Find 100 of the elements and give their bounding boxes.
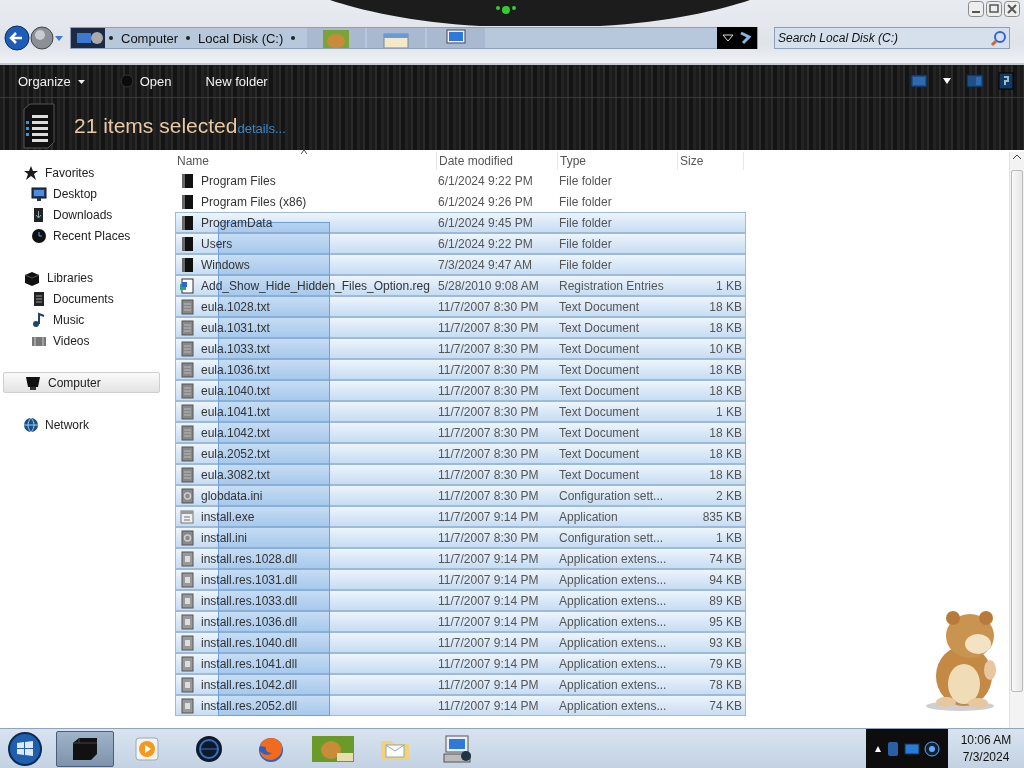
- file-size: 18 KB: [709, 446, 742, 461]
- computer-icon[interactable]: [427, 28, 486, 48]
- selection-title: 21 items selected: [74, 114, 238, 138]
- help-icon[interactable]: [998, 72, 1014, 90]
- file-row[interactable]: eula.3082.txt 11/7/2007 8:30 PM Text Document 18 KB: [175, 464, 746, 485]
- file-name: install.res.1031.dll: [201, 572, 298, 587]
- file-name: install.ini: [201, 530, 248, 545]
- scroll-up-icon[interactable]: [1012, 152, 1022, 162]
- nav-item[interactable]: Videos: [3, 330, 160, 351]
- file-row[interactable]: install.res.1028.dll 11/7/2007 9:14 PM Application extens... 74 KB: [175, 548, 746, 569]
- breadcrumb[interactable]: Local Disk (C:): [194, 30, 288, 46]
- start-orb-icon[interactable]: [6, 730, 44, 767]
- nav-item[interactable]: Documents: [3, 288, 160, 309]
- library-file-icon: [180, 592, 194, 609]
- file-row[interactable]: Users 6/1/2024 9:22 PM File folder: [175, 233, 746, 254]
- text-file-icon: [180, 382, 194, 399]
- file-row[interactable]: install.exe 11/7/2007 9:14 PM Application 835 KB: [175, 506, 746, 527]
- file-row[interactable]: install.res.1036.dll 11/7/2007 9:14 PM Application extens... 95 KB: [175, 611, 746, 632]
- drive-icon: [71, 28, 105, 48]
- maximize-icon[interactable]: [986, 1, 1002, 17]
- view-icon[interactable]: [910, 74, 928, 88]
- monitor-icon[interactable]: [904, 741, 920, 756]
- file-size: 89 KB: [709, 593, 742, 608]
- file-row[interactable]: eula.2052.txt 11/7/2007 8:30 PM Text Document 18 KB: [175, 443, 746, 464]
- preview-pane-icon[interactable]: [966, 74, 984, 88]
- file-name: eula.1036.txt: [201, 362, 270, 377]
- file-size: 78 KB: [709, 677, 742, 692]
- date-modified: 6/1/2024 9:22 PM: [438, 173, 533, 188]
- file-row[interactable]: install.res.2052.dll 11/7/2007 9:14 PM Application extens... 74 KB: [175, 695, 746, 716]
- column-header[interactable]: Size: [678, 152, 744, 170]
- forward-ball-icon[interactable]: [30, 26, 54, 50]
- caret-icon[interactable]: [942, 77, 952, 85]
- file-row[interactable]: eula.1036.txt 11/7/2007 8:30 PM Text Document 18 KB: [175, 359, 746, 380]
- file-row[interactable]: eula.1042.txt 11/7/2007 8:30 PM Text Document 18 KB: [175, 422, 746, 443]
- nav-item[interactable]: Downloads: [3, 204, 160, 225]
- application-icon: [179, 508, 195, 525]
- nav-item[interactable]: Computer: [3, 372, 160, 393]
- breadcrumb[interactable]: Computer: [117, 30, 183, 46]
- nav-item[interactable]: Music: [3, 309, 160, 330]
- file-row[interactable]: eula.1040.txt 11/7/2007 8:30 PM Text Document 18 KB: [175, 380, 746, 401]
- file-size: 18 KB: [709, 467, 742, 482]
- column-header[interactable]: Date modified: [437, 152, 558, 170]
- file-row[interactable]: globdata.ini 11/7/2007 8:30 PM Configuration sett... 2 KB: [175, 485, 746, 506]
- file-row[interactable]: install.res.1033.dll 11/7/2007 9:14 PM Application extens... 89 KB: [175, 590, 746, 611]
- file-size: 94 KB: [709, 572, 742, 587]
- file-row[interactable]: eula.1028.txt 11/7/2007 8:30 PM Text Document 18 KB: [175, 296, 746, 317]
- dropdown-icon[interactable]: [717, 27, 757, 49]
- details-link[interactable]: details...: [237, 120, 286, 136]
- date-modified: 11/7/2007 8:30 PM: [438, 530, 539, 545]
- date-modified: 11/7/2007 9:14 PM: [438, 509, 539, 524]
- date-modified: 11/7/2007 8:30 PM: [438, 362, 539, 377]
- file-size: 1 KB: [716, 278, 742, 293]
- toolbar-button[interactable]: New folder: [197, 70, 276, 92]
- file-type: File folder: [559, 173, 612, 188]
- minimize-icon[interactable]: [968, 1, 984, 17]
- file-row[interactable]: install.res.1042.dll 11/7/2007 9:14 PM Application extens... 78 KB: [175, 674, 746, 695]
- file-type: Application extens...: [559, 551, 667, 566]
- file-row[interactable]: eula.1031.txt 11/7/2007 8:30 PM Text Document 18 KB: [175, 317, 746, 338]
- file-row[interactable]: install.ini 11/7/2007 8:30 PM Configuration sett... 1 KB: [175, 527, 746, 548]
- date-modified: 11/7/2007 8:30 PM: [438, 299, 539, 314]
- nav-item[interactable]: Favorites: [3, 162, 160, 183]
- file-row[interactable]: Add_Show_Hide_Hidden_Files_Option.reg 5/28/2010 9:08 AM Registration Entries 1 KB: [175, 275, 746, 296]
- scrollbar[interactable]: [1009, 152, 1024, 728]
- nav-item[interactable]: Desktop: [3, 183, 160, 204]
- file-row[interactable]: ProgramData 6/1/2024 9:45 PM File folder: [175, 212, 746, 233]
- file-row[interactable]: Program Files (x86) 6/1/2024 9:26 PM File folder: [175, 191, 746, 212]
- file-row[interactable]: Windows 7/3/2024 9:47 AM File folder: [175, 254, 746, 275]
- date-modified: 5/28/2010 9:08 AM: [438, 278, 539, 293]
- file-type: Text Document: [559, 404, 640, 419]
- column-header[interactable]: Name: [175, 152, 437, 170]
- nav-item[interactable]: Network: [3, 414, 160, 435]
- nav-item[interactable]: Libraries: [3, 267, 160, 288]
- file-size: 95 KB: [709, 614, 742, 629]
- column-header[interactable]: Type: [558, 152, 678, 170]
- search-field[interactable]: Search Local Disk (C:): [774, 27, 1010, 49]
- toolbar-button[interactable]: Organize: [10, 70, 94, 92]
- library-icon: [23, 269, 41, 286]
- text-file-icon: [180, 298, 194, 315]
- file-type: Application extens...: [559, 698, 667, 713]
- file-row[interactable]: install.res.1031.dll 11/7/2007 9:14 PM Application extens... 94 KB: [175, 569, 746, 590]
- play-icon: [133, 734, 161, 763]
- file-row[interactable]: install.res.1040.dll 11/7/2007 9:14 PM Application extens... 93 KB: [175, 632, 746, 653]
- taskbar-button[interactable]: [56, 730, 114, 767]
- music-note-icon: [31, 311, 47, 328]
- text-file-icon: [180, 340, 194, 357]
- file-row[interactable]: eula.1033.txt 11/7/2007 8:30 PM Text Document 10 KB: [175, 338, 746, 359]
- nav-item[interactable]: Recent Places: [3, 225, 160, 246]
- folder-icon: [180, 172, 194, 189]
- file-name: install.res.1042.dll: [201, 677, 298, 692]
- caret-icon[interactable]: [874, 744, 882, 753]
- file-row[interactable]: Program Files 6/1/2024 9:22 PM File folder: [175, 170, 746, 191]
- file-size: 1 KB: [716, 530, 742, 545]
- close-icon[interactable]: [1004, 1, 1020, 17]
- text-file-icon: [180, 403, 194, 420]
- file-size: 79 KB: [709, 656, 742, 671]
- clock[interactable]: 10:06 AM 7/3/2024: [948, 731, 1024, 766]
- toolbar-button[interactable]: Open: [111, 70, 180, 92]
- date-modified: 11/7/2007 9:14 PM: [438, 698, 539, 713]
- file-row[interactable]: eula.1041.txt 11/7/2007 8:30 PM Text Document 1 KB: [175, 401, 746, 422]
- file-row[interactable]: install.res.1041.dll 11/7/2007 9:14 PM Application extens... 79 KB: [175, 653, 746, 674]
